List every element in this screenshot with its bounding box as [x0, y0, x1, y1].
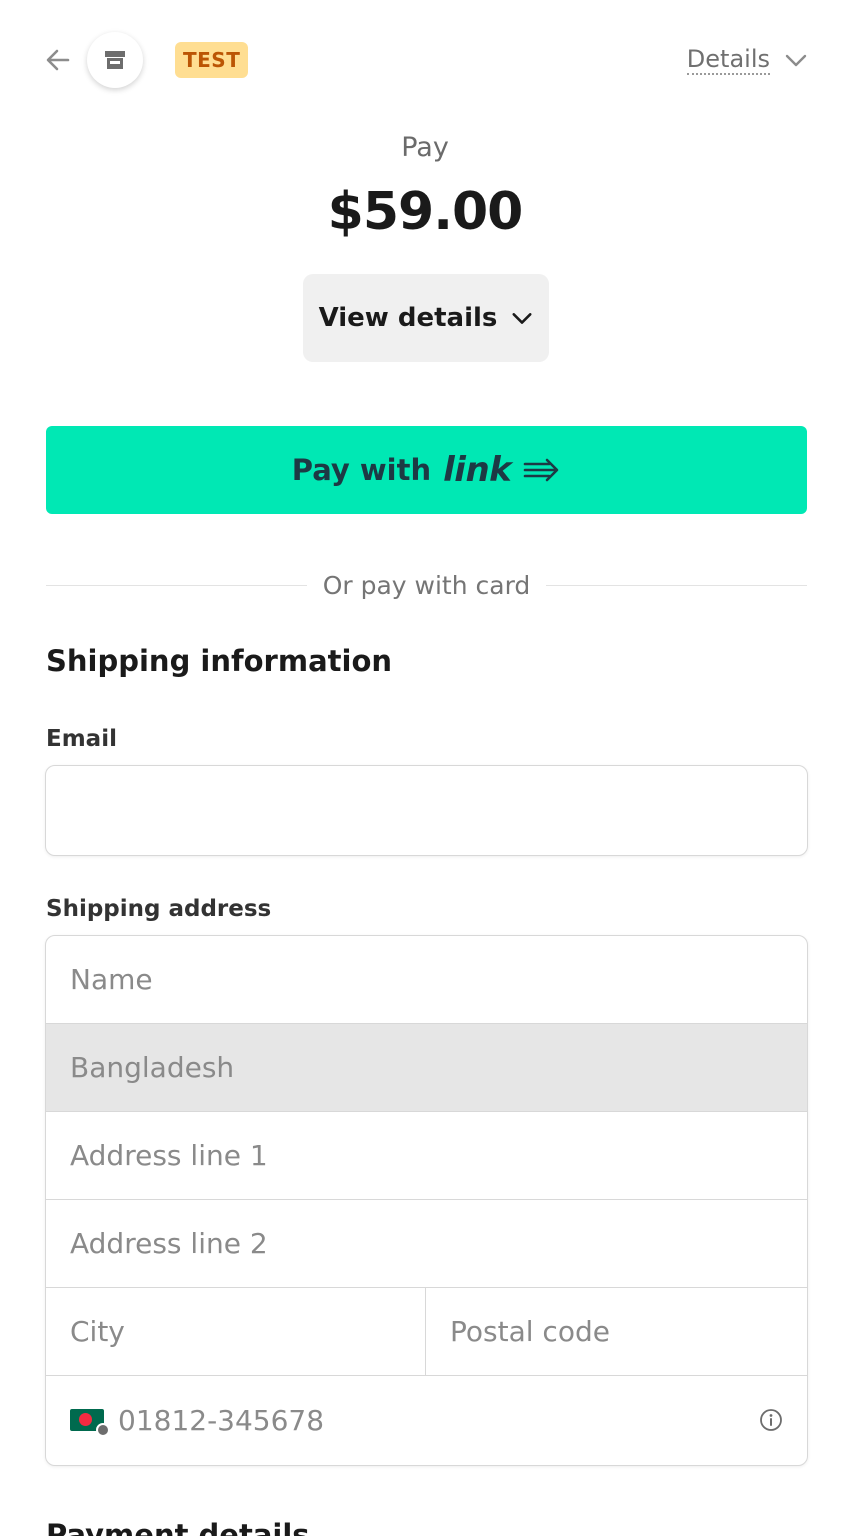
address-line-2-field[interactable] — [46, 1200, 807, 1287]
test-mode-badge: TEST — [175, 42, 249, 78]
total-amount: $59.00 — [327, 182, 524, 242]
name-row — [46, 936, 807, 1024]
back-button[interactable] — [44, 46, 72, 74]
link-logo: link — [443, 450, 512, 490]
order-summary: Pay $59.00 — [0, 132, 850, 242]
postal-code-field[interactable] — [426, 1288, 807, 1375]
back-arrow-icon — [46, 49, 70, 71]
city-cell — [46, 1288, 426, 1375]
link-button-prefix: Pay with — [291, 453, 432, 487]
email-field[interactable] — [45, 765, 808, 856]
address-line-2-row — [46, 1200, 807, 1288]
postal-cell — [426, 1288, 807, 1375]
shipping-address-group: Bangladesh — [45, 935, 808, 1466]
address-line-1-field[interactable] — [46, 1112, 807, 1199]
divider-text: Or pay with card — [322, 570, 531, 600]
pay-with-link-button[interactable]: Pay with link — [46, 426, 807, 514]
info-icon[interactable] — [759, 1408, 783, 1432]
store-logo-button[interactable] — [87, 32, 143, 88]
shipping-section-title: Shipping information — [46, 644, 393, 678]
details-label: Details — [686, 45, 770, 75]
or-divider: Or pay with card — [46, 566, 807, 604]
city-field[interactable] — [46, 1288, 425, 1375]
bangladesh-flag-icon[interactable] — [70, 1409, 110, 1437]
divider-line-left — [46, 584, 307, 586]
shipping-address-label: Shipping address — [46, 896, 272, 922]
country-select[interactable]: Bangladesh — [46, 1024, 807, 1112]
divider-line-right — [546, 584, 807, 586]
country-value: Bangladesh — [70, 1051, 235, 1084]
view-details-button[interactable]: View details — [303, 274, 549, 362]
phone-row — [46, 1376, 807, 1464]
address-line-1-row — [46, 1112, 807, 1200]
chevron-down-icon — [512, 313, 532, 324]
payment-details-title: Payment details — [46, 1518, 310, 1536]
chevron-down-icon — [785, 54, 807, 67]
top-bar: TEST Details — [0, 0, 850, 120]
view-details-label: View details — [318, 303, 498, 333]
city-postal-row — [46, 1288, 807, 1376]
flag-selector-badge — [96, 1423, 110, 1437]
details-toggle[interactable]: Details — [686, 42, 808, 78]
email-label: Email — [46, 726, 117, 752]
link-arrow-icon — [523, 458, 559, 482]
phone-field[interactable] — [104, 1376, 759, 1464]
pay-label: Pay — [401, 132, 449, 163]
name-field[interactable] — [46, 936, 807, 1023]
store-icon — [105, 51, 125, 69]
